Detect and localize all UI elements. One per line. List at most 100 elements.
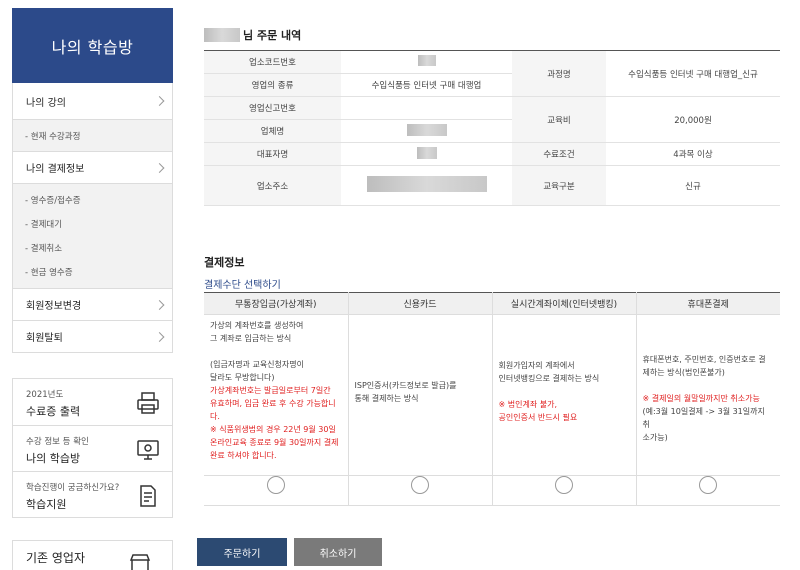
payment-desc-line (210, 345, 342, 358)
course-label: 과정명 (512, 50, 606, 97)
order-label: 영업신고번호 (204, 96, 341, 120)
payment-header-bank-transfer: 실시간계좌이체(인터넷뱅킹) (491, 292, 636, 315)
order-value (341, 50, 512, 74)
sidebar-menu: 나의 강의 - 현재 수강과정 나의 결제정보 - 영수증/접수증 - 결제대기… (12, 83, 173, 353)
payment-desc-line: (입금자명과 교육신청자명이 (210, 360, 304, 369)
sidebar-title: 나의 학습방 (12, 8, 173, 83)
payment-desc-line: 휴대폰번호, 주민번호, 인증번호로 결 (642, 355, 766, 364)
sidebar-item-label: 회원정보변경 (26, 301, 82, 312)
payment-desc-line (499, 385, 630, 398)
printer-icon (137, 392, 159, 414)
table-row (204, 475, 780, 506)
payment-header-virtual-account: 무통장입금(가상계좌) (204, 292, 348, 315)
document-icon (140, 485, 156, 507)
payment-subtitle: 결제수단 선택하기 (204, 280, 281, 291)
payment-header-credit-card: 신용카드 (347, 292, 492, 315)
category-label: 교육구분 (512, 165, 606, 206)
payment-desc-line: 달라도 무방합니다) (210, 373, 275, 382)
quick-link-existing-business[interactable]: 기존 영업자 (12, 540, 173, 570)
fee-value: 20,000원 (606, 96, 780, 143)
payment-desc-line: 회원가입자의 계좌에서 (498, 361, 575, 370)
sidebar-item-label: - 현재 수강과정 (25, 131, 81, 142)
sidebar-subitem-current-course[interactable]: - 현재 수강과정 (13, 119, 172, 151)
monitor-icon (137, 440, 159, 460)
completion-value: 4과목 이상 (606, 142, 780, 166)
radio-mobile[interactable] (699, 476, 718, 494)
order-label: 대표자명 (204, 142, 341, 166)
chevron-right-icon (154, 299, 165, 310)
order-info-table: 업소코드번호 과정명 수입식품등 인터넷 구매 대행업_신규 영업의 종류 수입… (204, 50, 780, 206)
payment-desc-credit-card: ISP인증서(카드정보로 발급)를 통해 결제하는 방식 (347, 314, 492, 476)
payment-desc-line: 온라인교육 종료로 9월 30일까지 결제 (210, 438, 339, 447)
table-row: 무통장입금(가상계좌) 신용카드 실시간계좌이체(인터넷뱅킹) 휴대폰결제 (204, 292, 780, 315)
sidebar-item-my-courses[interactable]: 나의 강의 (13, 83, 172, 119)
payment-desc-line: 공인인증서 반드시 필요 (498, 413, 578, 422)
payment-desc-line: 유효하며, 입금 완료 후 수강 가능합니 (210, 399, 336, 408)
quick-link-certificate[interactable]: 2021년도 수료증 출력 (13, 379, 172, 425)
chevron-right-icon (154, 96, 165, 106)
chevron-right-icon (154, 162, 165, 173)
payment-submenu: - 영수증/접수증 - 결제대기 - 결제취소 - 현금 영수증 (13, 183, 172, 288)
payment-desc-line: 다. (210, 412, 220, 421)
payment-desc-line: 제하는 방식(법인폰불가) (642, 368, 725, 377)
order-label: 업소주소 (204, 165, 341, 206)
payment-desc-line: ※ 결제일의 월말일까지만 취소가능 (642, 394, 760, 403)
order-value (341, 119, 512, 143)
sidebar-item-withdraw[interactable]: 회원탈퇴 (13, 320, 172, 352)
sidebar: 나의 학습방 나의 강의 - 현재 수강과정 나의 결제정보 - 영수증/접수증… (12, 8, 173, 353)
completion-label: 수료조건 (512, 142, 606, 166)
quick-link-my-study[interactable]: 수강 정보 등 확인 나의 학습방 (13, 425, 172, 471)
order-button[interactable]: 주문하기 (197, 538, 287, 566)
quick-links: 2021년도 수료증 출력 수강 정보 등 확인 나의 학습방 학습진행이 궁금… (12, 378, 173, 518)
payment-desc-line: 소가능) (642, 433, 668, 442)
payment-desc-mobile: 휴대폰번호, 주민번호, 인증번호로 결제하는 방식(법인폰불가) ※ 결제일의… (635, 314, 780, 476)
payment-desc-line: ※ 법인계좌 불가, (498, 400, 558, 409)
sidebar-item-payment-info[interactable]: 나의 결제정보 (13, 151, 172, 183)
category-value: 신규 (606, 165, 780, 206)
chevron-right-icon (154, 331, 165, 342)
shop-icon (129, 554, 151, 570)
order-label: 업체명 (204, 119, 341, 143)
radio-cell (491, 475, 636, 506)
payment-method-table: 무통장입금(가상계좌) 신용카드 실시간계좌이체(인터넷뱅킹) 휴대폰결제 가상… (204, 292, 780, 506)
table-row: 대표자명 수료조건 4과목 이상 (204, 142, 780, 166)
sidebar-item-label: 나의 결제정보 (26, 164, 85, 175)
payment-desc-line: 가상의 계좌번호를 생성하여 (210, 321, 304, 330)
table-row: 영업신고번호 교육비 20,000원 (204, 96, 780, 143)
sidebar-item-edit-member[interactable]: 회원정보변경 (13, 288, 172, 320)
sidebar-subitem-cancelled[interactable]: - 결제취소 (13, 236, 172, 260)
radio-credit-card[interactable] (411, 476, 429, 494)
payment-desc-line: ※ 식품위생법의 경우 22년 9월 30일 (210, 425, 336, 434)
payment-desc-line: (예:3월 10일결제 -> 3월 31일까지 취 (642, 407, 765, 429)
payment-title: 결제정보 (204, 256, 245, 269)
fee-label: 교육비 (512, 96, 606, 143)
payment-desc-line: ISP인증서(카드정보로 발급)를 (354, 381, 457, 390)
order-label: 영업의 종류 (204, 73, 341, 97)
table-row: 업소주소 교육구분 신규 (204, 165, 780, 206)
sidebar-item-label: 회원탈퇴 (26, 333, 63, 344)
radio-cell (204, 475, 348, 506)
payment-desc-line (643, 379, 775, 392)
order-label: 업소코드번호 (204, 50, 341, 74)
order-value (341, 165, 512, 206)
cancel-button[interactable]: 취소하기 (294, 538, 382, 566)
radio-cell (347, 475, 492, 506)
sidebar-subitem-receipt[interactable]: - 영수증/접수증 (13, 188, 172, 212)
payment-desc-line: 완료 하셔야 합니다. (210, 451, 277, 460)
payment-desc-virtual-account: 가상의 계좌번호를 생성하여그 계좌로 입금하는 방식 (입금자명과 교육신청자… (204, 315, 348, 476)
payment-desc-line: 인터넷뱅킹으로 결제하는 방식 (498, 374, 600, 383)
radio-cell (635, 475, 780, 506)
payment-desc-line: 그 계좌로 입금하는 방식 (210, 334, 292, 343)
sidebar-subitem-pending[interactable]: - 결제대기 (13, 212, 172, 236)
order-value (341, 142, 512, 166)
payment-desc-bank-transfer: 회원가입자의 계좌에서인터넷뱅킹으로 결제하는 방식 ※ 법인계좌 불가, 공인인… (491, 314, 636, 476)
order-title: 님 주문 내역 (204, 27, 301, 43)
order-title-text: 님 주문 내역 (243, 29, 302, 42)
radio-bank-transfer[interactable] (555, 476, 573, 494)
quick-link-support[interactable]: 학습진행이 궁금하신가요? 학습지원 (13, 471, 172, 517)
redacted-name (204, 28, 240, 42)
payment-header-mobile: 휴대폰결제 (635, 292, 780, 315)
payment-desc-line: 가상계좌번호는 발급일로부터 7일간 (210, 386, 331, 395)
sidebar-subitem-cash-receipt[interactable]: - 현금 영수증 (13, 260, 172, 284)
radio-virtual-account[interactable] (266, 476, 285, 494)
